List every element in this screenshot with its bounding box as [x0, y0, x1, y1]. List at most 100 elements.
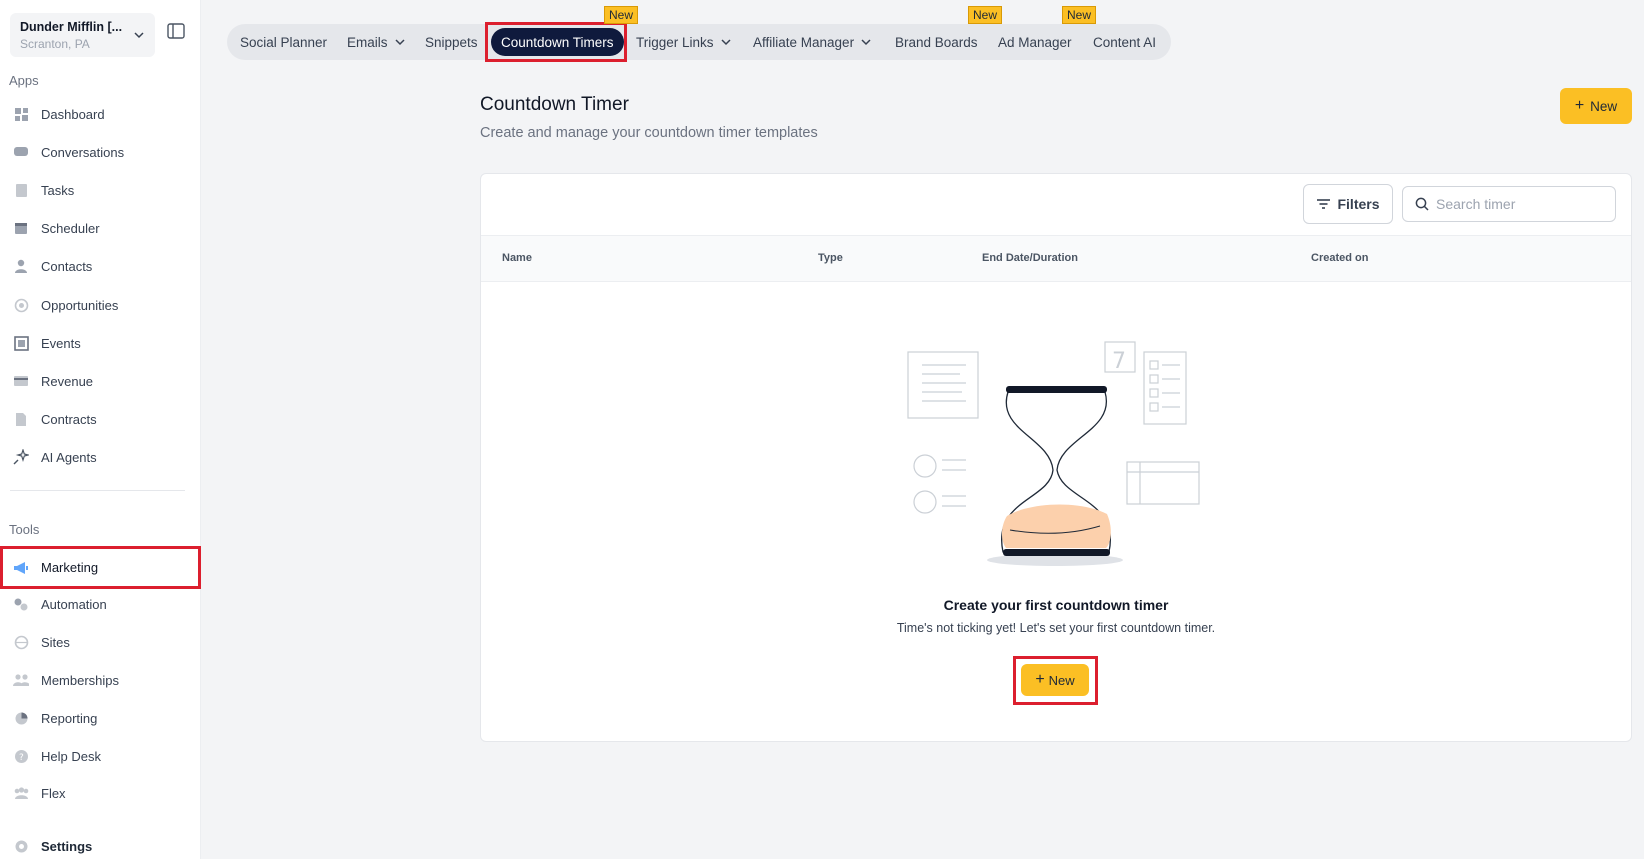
sidebar-item-label: Events [41, 335, 81, 351]
sidebar-item-tasks[interactable]: Tasks [0, 174, 201, 206]
sidebar-item-conversations[interactable]: Conversations [0, 136, 201, 168]
sidebar-item-scheduler[interactable]: Scheduler [0, 212, 201, 244]
sidebar-item-label: Sites [41, 634, 70, 650]
sidebar-item-label: Scheduler [41, 220, 100, 236]
tab-brand-boards[interactable]: Brand Boards [895, 24, 978, 60]
calendar-icon [13, 220, 29, 236]
tab-content-ai[interactable]: Content AI [1093, 24, 1156, 60]
sidebar-item-label: Dashboard [41, 106, 105, 122]
new-timer-button[interactable]: + New [1560, 88, 1632, 124]
dashboard-icon [13, 106, 29, 122]
sidebar-collapse-icon[interactable] [167, 23, 185, 44]
sidebar-item-label: Tasks [41, 182, 75, 198]
table-header: Name Type End Date/Duration Created on [481, 235, 1631, 282]
sidebar: Dunder Mifflin [... Scranton, PA Apps Da… [0, 0, 201, 859]
sidebar-item-revenue[interactable]: Revenue [0, 365, 201, 397]
sidebar-item-automation[interactable]: Automation [0, 588, 201, 620]
column-header-type[interactable]: Type [818, 252, 843, 264]
sidebar-item-opportunities[interactable]: Opportunities [0, 289, 201, 321]
tab-label: Social Planner [240, 34, 328, 50]
account-name: Dunder Mifflin [... [20, 20, 123, 34]
new-badge: New [968, 6, 1003, 24]
sidebar-item-label: Opportunities [41, 297, 119, 313]
sidebar-item-label: Settings [41, 838, 93, 854]
pie-icon [13, 710, 29, 726]
column-header-created-on[interactable]: Created on [1311, 252, 1368, 264]
tab-label: Emails [347, 34, 388, 50]
chevron-down-icon [133, 28, 145, 46]
sidebar-item-contacts[interactable]: Contacts [0, 250, 201, 282]
sidebar-item-flex[interactable]: Flex [0, 777, 201, 809]
tab-label: Content AI [1093, 34, 1157, 50]
sidebar-item-ai-agents[interactable]: AI Agents [0, 441, 201, 473]
button-label: Filters [1337, 196, 1380, 212]
page-subtitle: Create and manage your countdown timer t… [480, 125, 818, 141]
tab-ad-manager[interactable]: Ad Manager [998, 24, 1072, 60]
filter-icon [1317, 199, 1331, 209]
empty-state-new-button[interactable]: + New [1021, 664, 1089, 696]
column-header-name[interactable]: Name [502, 252, 532, 264]
sidebar-item-marketing[interactable]: Marketing [0, 546, 201, 589]
sidebar-item-label: Help Desk [41, 748, 101, 764]
search-placeholder: Search timer [1436, 196, 1516, 212]
sidebar-item-label: Conversations [41, 144, 125, 160]
svg-text:?: ? [19, 753, 24, 763]
sidebar-item-sites[interactable]: Sites [0, 626, 201, 658]
column-header-end-date[interactable]: End Date/Duration [982, 252, 1078, 264]
tab-trigger-links[interactable]: Trigger Links [636, 24, 732, 60]
gears-icon [13, 596, 29, 612]
sidebar-item-events[interactable]: Events [0, 327, 201, 359]
document-icon [13, 411, 29, 427]
megaphone-icon [13, 560, 29, 576]
search-input[interactable]: Search timer [1402, 186, 1616, 222]
plus-icon: + [1035, 671, 1045, 688]
tab-label: Snippets [425, 34, 478, 50]
sidebar-item-dashboard[interactable]: Dashboard [0, 98, 201, 130]
sidebar-item-label: Memberships [41, 672, 120, 688]
svg-text:7: 7 [1112, 349, 1126, 374]
help-icon: ? [13, 748, 29, 764]
sparkle-icon [13, 449, 29, 465]
sidebar-item-reporting[interactable]: Reporting [0, 702, 201, 734]
account-location: Scranton, PA [20, 37, 90, 51]
button-label: New [1590, 98, 1618, 114]
sidebar-item-label: Automation [41, 596, 107, 612]
sidebar-item-label: AI Agents [41, 449, 97, 465]
new-badge: New [1062, 6, 1097, 24]
tab-label: Trigger Links [636, 34, 714, 50]
sidebar-divider [10, 490, 185, 491]
tab-social-planner[interactable]: Social Planner [240, 24, 327, 60]
tasks-icon [13, 182, 29, 198]
plus-icon: + [1574, 97, 1585, 114]
top-nav: Social Planner Emails Snippets Countdown… [227, 24, 1171, 60]
sidebar-item-memberships[interactable]: Memberships [0, 664, 201, 696]
people-icon [13, 672, 29, 688]
sidebar-item-settings[interactable]: Settings [0, 830, 201, 859]
sidebar-item-contracts[interactable]: Contracts [0, 403, 201, 435]
chevron-down-icon [720, 36, 732, 48]
tab-label: Ad Manager [998, 34, 1072, 50]
tab-snippets[interactable]: Snippets [425, 24, 478, 60]
sidebar-item-label: Contracts [41, 411, 97, 427]
new-badge: New [604, 6, 639, 24]
tab-label: Affiliate Manager [753, 34, 855, 50]
tools-section-label: Tools [9, 522, 40, 537]
events-icon [13, 335, 29, 351]
globe-icon [13, 634, 29, 650]
sidebar-item-label: Marketing [41, 560, 99, 575]
card-icon [13, 373, 29, 389]
tab-affiliate-manager[interactable]: Affiliate Manager [753, 24, 872, 60]
person-icon [13, 258, 29, 274]
search-icon [1415, 197, 1429, 211]
page-title: Countdown Timer [480, 94, 629, 115]
sidebar-item-help-desk[interactable]: ? Help Desk [0, 740, 201, 772]
tab-label: Brand Boards [895, 34, 978, 50]
sidebar-item-label: Reporting [41, 710, 98, 726]
button-label: New [1048, 672, 1075, 688]
filters-button[interactable]: Filters [1303, 184, 1393, 224]
chat-icon [13, 144, 29, 160]
hourglass-illustration: 7 [907, 341, 1200, 566]
chevron-down-icon [860, 36, 872, 48]
tab-emails[interactable]: Emails [347, 24, 406, 60]
account-switcher[interactable]: Dunder Mifflin [... Scranton, PA [10, 13, 155, 57]
